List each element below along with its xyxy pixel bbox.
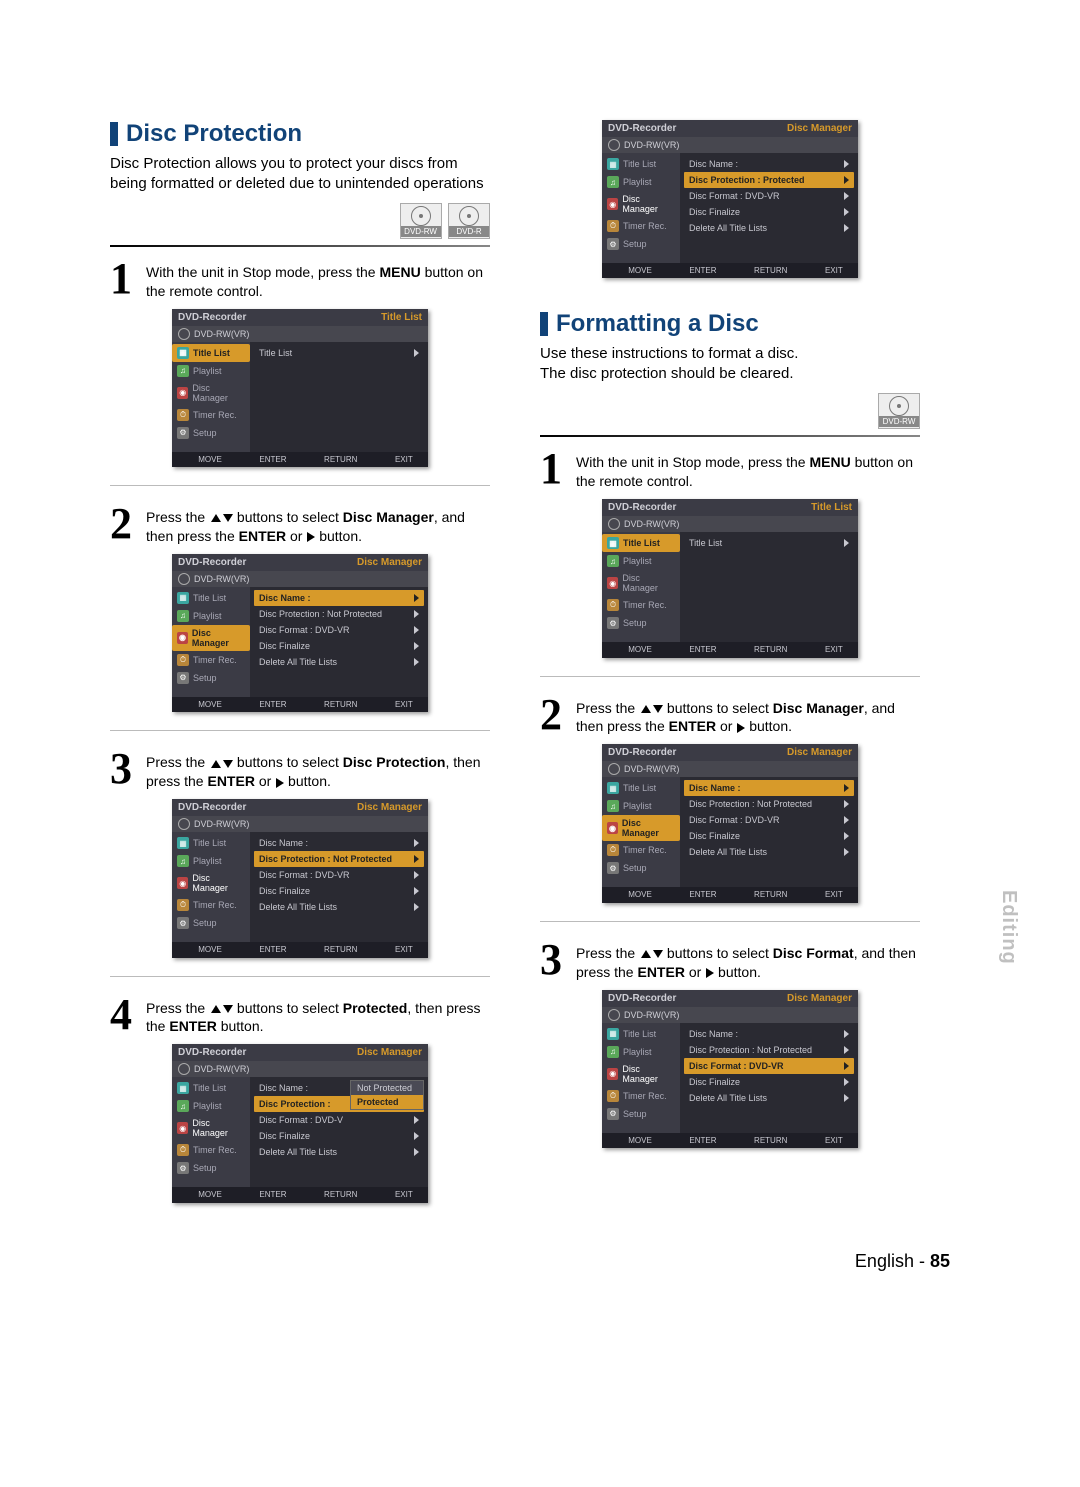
step-number: 2: [110, 504, 146, 544]
popup-option-selected: Protected: [351, 1095, 423, 1109]
step-1: 1 With the unit in Stop mode, press the …: [110, 259, 490, 301]
enter-hint: ENTER: [248, 455, 286, 464]
divider: [110, 485, 490, 486]
step-text: With the unit in Stop mode, press the ME…: [146, 259, 490, 301]
step-number: 1: [110, 259, 146, 299]
divider: [110, 976, 490, 977]
disc-icons: DVD-RW DVD-R: [110, 203, 490, 239]
step-number: 3: [110, 749, 146, 789]
step-2: 2 Press the buttons to select Disc Manag…: [110, 504, 490, 546]
disc-icons: DVD-RW: [540, 393, 920, 429]
step-text: With the unit in Stop mode, press the ME…: [576, 449, 920, 491]
osd-screenshot: DVD-RecorderDisc Manager DVD-RW(VR) ▦Tit…: [172, 554, 428, 712]
exit-hint: EXIT: [384, 455, 413, 464]
step-3: 3 Press the buttons to select Disc Prote…: [110, 749, 490, 791]
step-number: 3: [540, 940, 576, 980]
step-number: 1: [540, 449, 576, 489]
osd-screenshot: DVD-RecorderDisc Manager DVD-RW(VR) ▦Tit…: [172, 799, 428, 957]
section-title-formatting: Formatting a Disc: [540, 310, 920, 338]
right-column: DVD-RecorderDisc Manager DVD-RW(VR) ▦Tit…: [540, 120, 920, 1211]
return-hint: RETURN: [313, 455, 357, 464]
step-text: Press the buttons to select Disc Manager…: [576, 695, 920, 737]
step-text: Press the buttons to select Disc Format,…: [576, 940, 920, 982]
step-2: 2 Press the buttons to select Disc Manag…: [540, 695, 920, 737]
divider: [110, 730, 490, 731]
disc-icon-dvd-r: DVD-R: [448, 203, 490, 239]
osd-screenshot: DVD-RecorderDisc Manager DVD-RW(VR) ▦Tit…: [602, 990, 858, 1148]
page-footer: English - 85: [110, 1251, 970, 1272]
divider: [540, 435, 920, 437]
disc-icon-dvd-rw: DVD-RW: [878, 393, 920, 429]
move-hint: MOVE: [187, 455, 222, 464]
step-text: Press the buttons to select Disc Protect…: [146, 749, 490, 791]
popup-option: Not Protected: [351, 1081, 423, 1095]
intro-disc-protection: Disc Protection allows you to protect yo…: [110, 154, 490, 193]
intro-formatting: Use these instructions to format a disc.…: [540, 344, 920, 383]
step-text: Press the buttons to select Disc Manager…: [146, 504, 490, 546]
step-number: 2: [540, 695, 576, 735]
divider: [110, 245, 490, 247]
step-3: 3 Press the buttons to select Disc Forma…: [540, 940, 920, 982]
step-text: Press the buttons to select Protected, t…: [146, 995, 490, 1037]
step-number: 4: [110, 995, 146, 1035]
section-tab-editing: Editing: [997, 890, 1020, 965]
osd-screenshot: DVD-RecorderDisc Manager DVD-RW(VR) ▦Tit…: [602, 744, 858, 902]
section-title-disc-protection: Disc Protection: [110, 120, 490, 148]
osd-screenshot: DVD-RecorderDisc Manager DVD-RW(VR) ▦Tit…: [172, 1044, 428, 1202]
left-column: Disc Protection Disc Protection allows y…: [110, 120, 490, 1211]
divider: [540, 921, 920, 922]
osd-screenshot: DVD-RecorderDisc Manager DVD-RW(VR) ▦Tit…: [602, 120, 858, 278]
protection-popup: Not Protected Protected: [350, 1080, 424, 1110]
step-4: 4 Press the buttons to select Protected,…: [110, 995, 490, 1037]
osd-screenshot: DVD-RecorderTitle List DVD-RW(VR) ▦Title…: [602, 499, 858, 657]
osd-screenshot: DVD-RecorderTitle List DVD-RW(VR) ▦Title…: [172, 309, 428, 467]
divider: [540, 676, 920, 677]
step-1: 1 With the unit in Stop mode, press the …: [540, 449, 920, 491]
disc-icon-dvd-rw: DVD-RW: [400, 203, 442, 239]
